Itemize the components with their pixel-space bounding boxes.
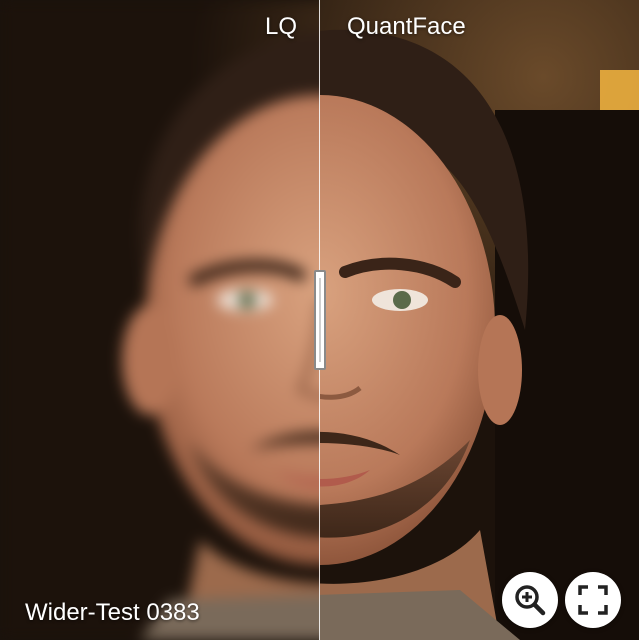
- lq-image-pane: [0, 0, 320, 640]
- image-caption: Wider-Test 0383: [25, 599, 200, 626]
- lq-face-image: [0, 0, 320, 640]
- slider-handle[interactable]: [314, 270, 326, 370]
- comparison-viewer[interactable]: LQ QuantFace Wider-Test 0383: [0, 0, 639, 640]
- zoom-in-icon: [515, 585, 546, 616]
- quantface-face-image: [320, 0, 639, 640]
- fullscreen-icon: [578, 585, 608, 615]
- quantface-label: QuantFace: [347, 13, 466, 40]
- quantface-image-pane: [320, 0, 639, 640]
- zoom-button[interactable]: [502, 572, 558, 628]
- lq-label: LQ: [264, 13, 297, 40]
- fullscreen-button[interactable]: [565, 572, 621, 628]
